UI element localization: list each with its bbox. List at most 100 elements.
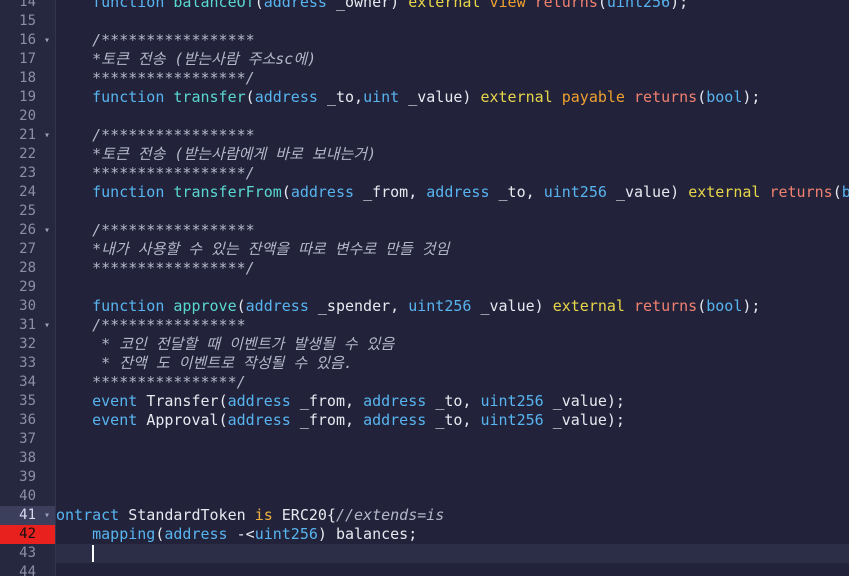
line-number: 19 bbox=[19, 89, 36, 105]
line-number: 16 bbox=[19, 32, 36, 48]
gutter-line-39[interactable]: 39 bbox=[0, 468, 55, 487]
gutter-line-14[interactable]: 14 bbox=[0, 0, 55, 12]
line-number: 33 bbox=[19, 355, 36, 371]
code-line-35[interactable]: event Transfer(address _from, address _t… bbox=[56, 392, 625, 411]
code-token: ( bbox=[218, 392, 228, 410]
gutter-line-43[interactable]: 43 bbox=[0, 544, 55, 563]
code-token: uint256 bbox=[543, 183, 616, 201]
gutter-line-28[interactable]: 28 bbox=[0, 259, 55, 278]
gutter-line-17[interactable]: 17 bbox=[0, 50, 55, 69]
gutter-line-23[interactable]: 23 bbox=[0, 164, 55, 183]
gutter-line-32[interactable]: 32 bbox=[0, 335, 55, 354]
code-token: transfer bbox=[173, 88, 246, 106]
code-line-32[interactable]: * 코인 전달할 때 이벤트가 발생될 수 있음 bbox=[56, 335, 394, 354]
gutter-line-40[interactable]: 40 bbox=[0, 487, 55, 506]
line-number: 25 bbox=[19, 203, 36, 219]
gutter-line-20[interactable]: 20 bbox=[0, 107, 55, 126]
gutter-line-22[interactable]: 22 bbox=[0, 145, 55, 164]
gutter-line-38[interactable]: 38 bbox=[0, 449, 55, 468]
code-area[interactable]: function balanceOf(address _owner) exter… bbox=[56, 0, 849, 576]
gutter-line-18[interactable]: 18 bbox=[0, 69, 55, 88]
code-token: _to, bbox=[326, 88, 364, 106]
code-token: ); bbox=[742, 297, 761, 315]
code-line-27[interactable]: *내가 사용할 수 있는 잔액을 따로 변수로 만들 것임 bbox=[56, 240, 449, 259]
code-token: _value) bbox=[615, 183, 689, 201]
line-number: 44 bbox=[19, 564, 36, 576]
fold-chevron-icon[interactable]: ▾ bbox=[44, 31, 50, 50]
gutter-line-27[interactable]: 27 bbox=[0, 240, 55, 259]
code-line-41[interactable]: ontract StandardToken is ERC20{//extends… bbox=[56, 506, 444, 525]
gutter-line-31[interactable]: 31 ▾ bbox=[0, 316, 55, 335]
code-token: ) balances; bbox=[317, 525, 418, 543]
code-token: ERC20{ bbox=[281, 506, 336, 524]
code-token: event bbox=[92, 392, 147, 410]
line-number: 21 bbox=[19, 127, 36, 143]
gutter-line-25[interactable]: 25 bbox=[0, 202, 55, 221]
code-line-31[interactable]: /**************** bbox=[56, 316, 246, 335]
code-token: uint256 bbox=[254, 525, 318, 543]
gutter-line-36[interactable]: 36 bbox=[0, 411, 55, 430]
gutter-line-24[interactable]: 24 bbox=[0, 183, 55, 202]
fold-chevron-icon[interactable]: ▾ bbox=[44, 126, 50, 145]
code-token: ontract bbox=[56, 506, 129, 524]
code-line-18[interactable]: *****************/ bbox=[56, 69, 255, 88]
gutter-line-21[interactable]: 21 ▾ bbox=[0, 126, 55, 145]
gutter-line-15[interactable]: 15 bbox=[0, 12, 55, 31]
code-token: function bbox=[92, 297, 174, 315]
code-token: address bbox=[164, 525, 237, 543]
line-number-gutter[interactable]: 14 15 16 ▾ 17 18 19 20 21 ▾ 22 23 24 25 26 ▾ 27 28 29 30 31 ▾… bbox=[0, 0, 56, 576]
code-editor[interactable]: 14 15 16 ▾ 17 18 19 20 21 ▾ 22 23 24 25 26 ▾ 27 28 29 30 31 ▾… bbox=[0, 0, 849, 576]
code-line-24[interactable]: function transferFrom(address _from, add… bbox=[56, 183, 849, 202]
code-line-30[interactable]: function approve(address _spender, uint2… bbox=[56, 297, 760, 316]
code-line-43[interactable] bbox=[56, 544, 849, 563]
gutter-line-37[interactable]: 37 bbox=[0, 430, 55, 449]
code-line-26[interactable]: /***************** bbox=[56, 221, 255, 240]
code-line-42[interactable]: mapping(address -<uint256) balances; bbox=[56, 525, 417, 544]
gutter-line-41[interactable]: 41 ▾ bbox=[0, 506, 55, 525]
gutter-line-29[interactable]: 29 bbox=[0, 278, 55, 297]
code-line-16[interactable]: /***************** bbox=[56, 31, 255, 50]
code-line-22[interactable]: *토큰 전송 (받는사람에게 바로 보내는거) bbox=[56, 145, 376, 164]
gutter-line-19[interactable]: 19 bbox=[0, 88, 55, 107]
gutter-line-42[interactable]: 42 bbox=[0, 525, 55, 544]
line-number: 24 bbox=[19, 184, 36, 200]
line-number: 34 bbox=[19, 374, 36, 390]
code-token: ); bbox=[670, 0, 689, 11]
gutter-line-26[interactable]: 26 ▾ bbox=[0, 221, 55, 240]
code-line-21[interactable]: /***************** bbox=[56, 126, 255, 145]
code-token: _from, bbox=[299, 411, 364, 429]
line-number: 29 bbox=[19, 279, 36, 295]
code-token: event bbox=[92, 411, 147, 429]
gutter-line-16[interactable]: 16 ▾ bbox=[0, 31, 55, 50]
code-token: address bbox=[363, 392, 436, 410]
fold-chevron-icon[interactable]: ▾ bbox=[44, 221, 50, 240]
gutter-line-35[interactable]: 35 bbox=[0, 392, 55, 411]
gutter-line-33[interactable]: 33 bbox=[0, 354, 55, 373]
line-number: 30 bbox=[19, 298, 36, 314]
code-token: address bbox=[363, 411, 436, 429]
code-line-34[interactable]: ****************/ bbox=[56, 373, 246, 392]
code-token: uint bbox=[363, 88, 409, 106]
gutter-line-34[interactable]: 34 bbox=[0, 373, 55, 392]
code-token: address bbox=[254, 88, 327, 106]
code-token: ( bbox=[832, 183, 842, 201]
code-token: *****************/ bbox=[56, 69, 255, 87]
code-line-28[interactable]: *****************/ bbox=[56, 259, 255, 278]
code-line-33[interactable]: * 잔액 도 이벤트로 작성될 수 있음. bbox=[56, 354, 353, 373]
code-line-36[interactable]: event Approval(address _from, address _t… bbox=[56, 411, 625, 430]
code-token: _value); bbox=[552, 392, 625, 410]
fold-chevron-icon[interactable]: ▾ bbox=[44, 506, 50, 525]
code-line-17[interactable]: *토큰 전송 (받는사람 주소sc에) bbox=[56, 50, 316, 69]
code-line-14[interactable]: function balanceOf(address _owner) exter… bbox=[56, 0, 688, 12]
gutter-line-44[interactable]: 44 bbox=[0, 563, 55, 576]
code-line-19[interactable]: function transfer(address _to,uint _valu… bbox=[56, 88, 760, 107]
line-number: 26 bbox=[19, 222, 36, 238]
code-token: approve bbox=[173, 297, 237, 315]
gutter-line-30[interactable]: 30 bbox=[0, 297, 55, 316]
line-number: 28 bbox=[19, 260, 36, 276]
code-token: function bbox=[92, 88, 174, 106]
code-line-23[interactable]: *****************/ bbox=[56, 164, 255, 183]
fold-chevron-icon[interactable]: ▾ bbox=[44, 316, 50, 335]
